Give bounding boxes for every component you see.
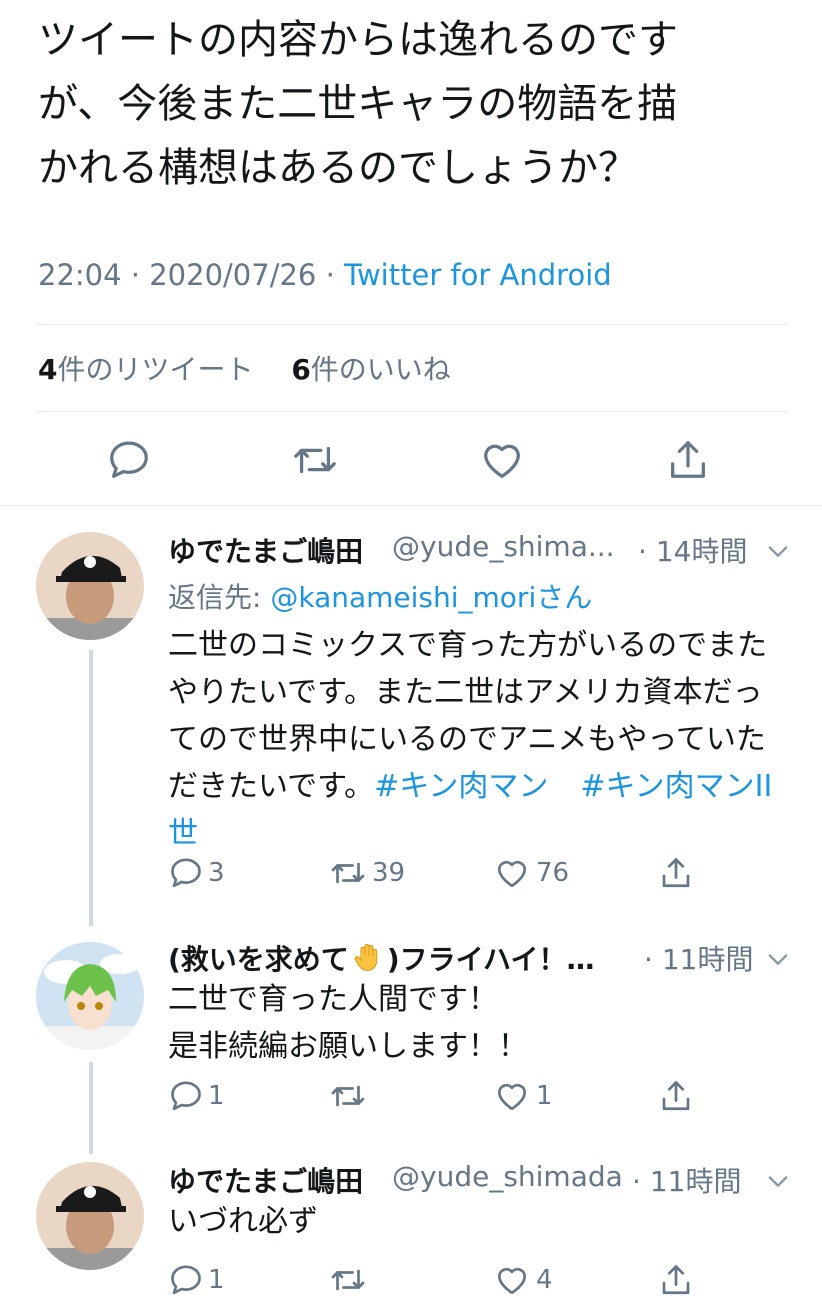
tweet-text: ツイートの内容からは逸れるのです が、今後また二世キャラの物語を描 かれる構想は… (38, 8, 798, 200)
reply-count: 1 (208, 1265, 225, 1295)
chevron-down-icon[interactable] (764, 1167, 792, 1195)
tweet-text-line: かれる構想はあるのでしょうか？ (38, 145, 638, 191)
heart-icon[interactable] (494, 855, 530, 891)
reply-to-mention-link[interactable]: @kanameishi_mori (270, 581, 536, 614)
retweet-count: 4 (38, 353, 58, 386)
meta-separator: · (130, 258, 150, 292)
retweet-icon[interactable] (292, 437, 338, 483)
reply-text-line: 二世で育った人間です！ (168, 982, 498, 1017)
reply-text: いづれ必ず (168, 1198, 788, 1245)
like-label: 件のいいね (310, 353, 451, 386)
retweet-count: 39 (372, 858, 406, 888)
divider (36, 411, 788, 412)
heart-icon[interactable] (494, 1078, 530, 1114)
reply-count: 1 (208, 1081, 225, 1111)
tweet-meta: 22:04 · 2020/07/26 · Twitter for Android (38, 258, 612, 292)
reply-text: 二世のコミックスで育った方がいるのでまた やりたいです。また二世はアメリカ資本だ… (168, 622, 808, 857)
reply-text-line: いづれ必ず (168, 1204, 318, 1239)
share-icon[interactable] (658, 855, 694, 891)
hashtag-link-continuation[interactable]: 世 (168, 810, 808, 857)
chevron-down-icon[interactable] (764, 945, 792, 973)
reply-icon[interactable] (168, 1262, 204, 1298)
share-icon[interactable] (658, 1262, 694, 1298)
reply-time-value: 14時間 (655, 535, 748, 568)
tweet-stats: 4件のリツイート 6件のいいね (38, 348, 451, 388)
reply-to-suffix: さん (536, 581, 593, 614)
reply-time: · 14時間 (638, 535, 748, 568)
reply-time-value: 11時間 (649, 1165, 742, 1198)
retweet-icon[interactable] (330, 855, 366, 891)
hashtag-link[interactable]: #キン肉マン (374, 769, 548, 804)
heart-icon[interactable] (494, 1262, 530, 1298)
likes-stat[interactable]: 6件のいいね (291, 353, 451, 386)
like-count: 4 (536, 1265, 553, 1295)
reply-author-name[interactable]: ゆでたまご嶋田 (168, 530, 363, 570)
reply-icon[interactable] (168, 855, 204, 891)
reply-text-segment: だきたいです。 (168, 769, 375, 804)
reply-text-line: 是非続編お願いします！！ (168, 1029, 528, 1064)
like-count: 76 (536, 858, 570, 888)
like-count: 1 (536, 1081, 553, 1111)
retweets-stat[interactable]: 4件のリツイート (38, 353, 254, 386)
reply-author-name-part: (救いを求めて (168, 943, 349, 976)
reply-text: 二世で育った人間です！ 是非続編お願いします！！ (168, 976, 788, 1070)
tweet-date: 2020/07/26 (149, 258, 317, 292)
reply-text-line: やりたいです。また二世はアメリカ資本だっ (168, 675, 763, 710)
share-icon[interactable] (658, 1078, 694, 1114)
thread-line (89, 650, 93, 926)
reply-to-prefix: 返信先: (168, 581, 271, 614)
tweet-text-line: ツイートの内容からは逸れるのです (38, 17, 678, 63)
reply-author-name-part: )フライハイ！… (386, 943, 595, 976)
meta-separator: · (325, 258, 345, 292)
chevron-down-icon[interactable] (764, 537, 792, 565)
reply-time: · 11時間 (632, 1165, 742, 1198)
raised-hand-icon (351, 940, 385, 974)
share-icon[interactable] (665, 437, 711, 483)
tweet-time: 22:04 (38, 258, 122, 292)
divider (36, 324, 788, 325)
heart-icon[interactable] (479, 437, 525, 483)
reply-time: · 11時間 (644, 943, 754, 976)
reply-to: 返信先: @kanameishi_moriさん (168, 576, 592, 616)
avatar[interactable] (36, 532, 144, 640)
reply-text-line: だきたいです。#キン肉マン #キン肉マンII (168, 763, 808, 810)
reply-text-line: てので世界中にいるのでアニメもやっていた (168, 722, 766, 757)
retweet-icon[interactable] (330, 1078, 366, 1114)
reply-author-handle[interactable]: @yude_shimada (392, 1160, 623, 1193)
reply-icon[interactable] (168, 1078, 204, 1114)
reply-icon[interactable] (106, 437, 152, 483)
retweet-icon[interactable] (330, 1262, 366, 1298)
reply-author-handle[interactable]: @yude_shima... (392, 530, 615, 563)
reply-author-name[interactable]: ゆでたまご嶋田 (168, 1160, 363, 1200)
tweet-source-link[interactable]: Twitter for Android (344, 258, 612, 292)
tweet-text-line: が、今後また二世キャラの物語を描 (38, 81, 678, 127)
thread-line (89, 1062, 93, 1154)
reply-count: 3 (208, 858, 225, 888)
divider (0, 505, 822, 506)
avatar[interactable] (36, 942, 144, 1050)
reply-time-value: 11時間 (661, 943, 754, 976)
avatar[interactable] (36, 1162, 144, 1270)
retweet-label: 件のリツイート (57, 353, 254, 386)
like-count: 6 (291, 353, 311, 386)
reply-author-name[interactable]: (救いを求めて )フライハイ！… (168, 938, 595, 978)
reply-text-line: 二世のコミックスで育った方がいるのでまた (168, 628, 768, 663)
hashtag-link[interactable]: #キン肉マンII (580, 769, 772, 804)
